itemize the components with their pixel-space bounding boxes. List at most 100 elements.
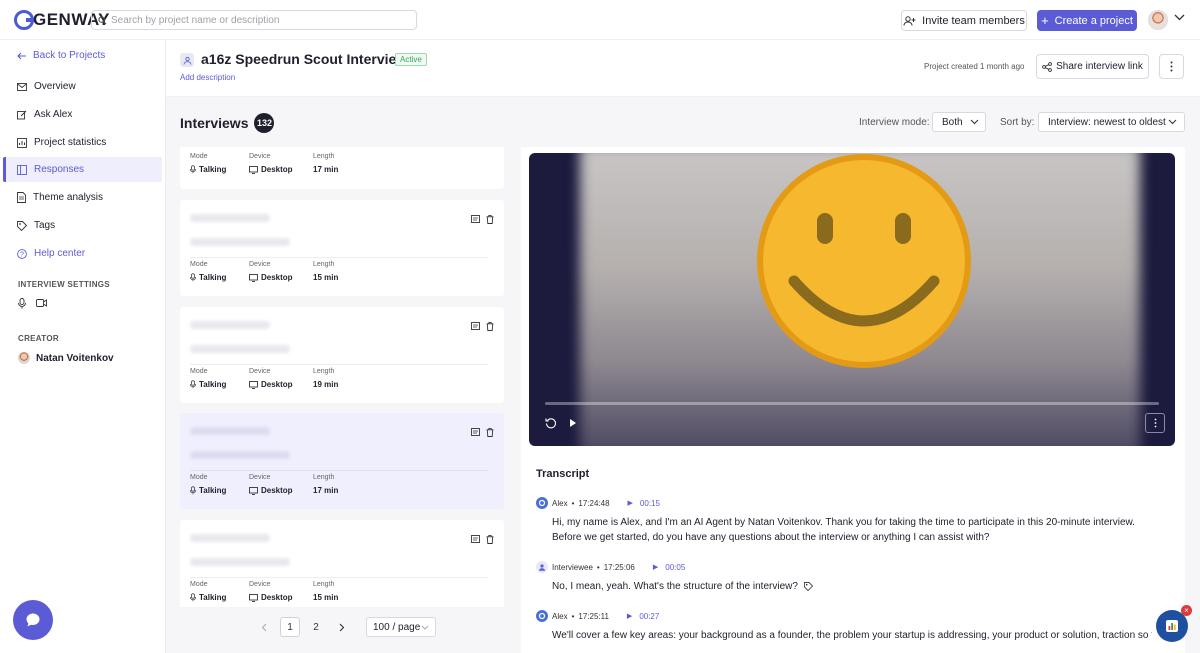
interview-meta: Mode Talking Device Desktop Length 15 min: [190, 261, 373, 282]
video-player[interactable]: [529, 153, 1175, 446]
arrow-left-icon: [17, 52, 26, 59]
more-options-button[interactable]: [1159, 54, 1184, 79]
play-segment-icon[interactable]: ▶: [628, 499, 633, 507]
video-menu-button[interactable]: [1145, 413, 1165, 433]
microphone-icon: [190, 593, 196, 602]
interview-settings-heading: INTERVIEW SETTINGS: [18, 280, 110, 289]
mode-value: Talking: [199, 273, 227, 282]
sidebar-item-theme-analysis[interactable]: Theme analysis: [3, 185, 162, 210]
device-value: Desktop: [261, 380, 293, 389]
redacted-title: [190, 534, 270, 542]
share-label: Share interview link: [1056, 61, 1143, 72]
sort-by-select[interactable]: Interview: newest to oldest: [1038, 112, 1185, 132]
chevron-right-icon: [339, 623, 345, 631]
interview-count-badge: 132: [254, 113, 275, 133]
interview-card[interactable]: Mode Talking Device Desktop Length 15 min: [180, 520, 504, 607]
chevron-down-icon[interactable]: [1174, 14, 1185, 21]
main-content: Interviews 132 Interview mode: Both Sort…: [166, 97, 1200, 653]
sidebar-item-responses[interactable]: Responses: [3, 157, 162, 182]
search-input[interactable]: [111, 14, 401, 26]
tag-icon[interactable]: [803, 582, 813, 591]
length-value: 19 min: [313, 380, 339, 389]
play-segment-icon[interactable]: ▶: [653, 563, 658, 571]
dismiss-icon[interactable]: ×: [1181, 605, 1192, 616]
video-camera-icon[interactable]: [36, 298, 47, 308]
transcript-icon[interactable]: [471, 322, 480, 331]
segment-offset[interactable]: 00:15: [640, 499, 660, 508]
status-badge: Active: [395, 53, 427, 66]
redacted-title: [190, 321, 270, 329]
alex-avatar-icon: [536, 610, 548, 622]
message-header: Alex • 17:24:48 ▶ 00:15: [536, 497, 660, 509]
back-to-projects-link[interactable]: Back to Projects: [17, 50, 105, 61]
message-time: 17:25:11: [578, 611, 609, 621]
pagination: 1 2 100 / page: [254, 617, 436, 637]
transcript-icon[interactable]: [471, 428, 480, 437]
mode-header: Mode: [190, 581, 208, 588]
play-icon[interactable]: [569, 418, 577, 428]
device-value: Desktop: [261, 593, 293, 602]
segment-offset[interactable]: 00:05: [665, 563, 685, 572]
device-value: Desktop: [261, 165, 293, 174]
trash-icon[interactable]: [486, 215, 494, 224]
interview-card[interactable]: Mode Talking Device Desktop Length 15 min: [180, 200, 504, 296]
interview-card[interactable]: Mode Talking Device Desktop Length 17 min: [180, 147, 504, 189]
device-value: Desktop: [261, 486, 293, 495]
sidebar-item-label: Help center: [34, 248, 86, 259]
sort-by-label: Sort by:: [1000, 117, 1035, 128]
mode-value: Talking: [199, 165, 227, 174]
speaker-name: Alex: [552, 498, 568, 508]
length-header: Length: [313, 153, 335, 160]
prev-page-button[interactable]: [254, 617, 274, 637]
interview-card[interactable]: Mode Talking Device Desktop Length 17 min: [180, 413, 504, 509]
length-header: Length: [313, 368, 335, 375]
page-2-button[interactable]: 2: [306, 617, 326, 637]
speaker-name: Alex: [552, 611, 568, 621]
sidebar-item-overview[interactable]: Overview: [3, 74, 162, 99]
sidebar-item-label: Tags: [34, 220, 56, 231]
transcript-icon[interactable]: [471, 535, 480, 544]
redacted-subtitle: [190, 345, 290, 353]
interview-meta: Mode Talking Device Desktop Length 17 min: [190, 153, 373, 174]
invite-team-button[interactable]: Invite team members: [901, 10, 1027, 31]
trash-icon[interactable]: [486, 428, 494, 437]
segment-offset[interactable]: 00:27: [639, 612, 659, 621]
sidebar-item-label: Theme analysis: [33, 192, 104, 203]
interview-card[interactable]: Mode Talking Device Desktop Length 19 min: [180, 307, 504, 403]
plus-icon: +: [1041, 12, 1049, 28]
microphone-icon[interactable]: [18, 298, 26, 309]
device-header: Device: [249, 368, 271, 375]
interview-list[interactable]: Mode Talking Device Desktop Length 17 min M…: [180, 147, 504, 607]
replay-icon[interactable]: [545, 417, 557, 429]
sidebar-item-help-center[interactable]: ? Help center: [3, 241, 162, 266]
play-segment-icon[interactable]: ▶: [627, 612, 632, 620]
sidebar-item-project-statistics[interactable]: Project statistics: [3, 130, 162, 155]
create-project-button[interactable]: + Create a project: [1037, 10, 1137, 31]
trash-icon[interactable]: [486, 322, 494, 331]
sidebar-item-ask-alex[interactable]: Ask Alex: [3, 102, 162, 127]
user-avatar[interactable]: [1148, 10, 1168, 30]
sidebar-item-tags[interactable]: Tags: [3, 213, 162, 238]
page-size-select[interactable]: 100 / page: [366, 617, 436, 637]
interview-meta: Mode Talking Device Desktop Length 15 min: [190, 581, 373, 602]
search-box[interactable]: [91, 10, 417, 30]
transcript-icon[interactable]: [471, 215, 480, 224]
next-page-button[interactable]: [332, 617, 352, 637]
interview-mode-select[interactable]: Both: [932, 112, 986, 132]
trash-icon[interactable]: [486, 535, 494, 544]
interview-mode-label: Interview mode:: [859, 117, 930, 128]
device-header: Device: [249, 474, 271, 481]
sort-by-value: Interview: newest to oldest: [1048, 116, 1166, 128]
page-1-button[interactable]: 1: [280, 617, 300, 637]
users-icon: [183, 56, 191, 65]
share-interview-link-button[interactable]: Share interview link: [1036, 54, 1149, 79]
card-actions: [471, 428, 494, 437]
add-description-link[interactable]: Add description: [180, 73, 235, 82]
more-vertical-icon: [1154, 418, 1156, 428]
chevron-down-icon: [970, 119, 979, 125]
video-progress-bar[interactable]: [545, 402, 1159, 405]
mail-icon: [17, 82, 27, 91]
chat-button[interactable]: [13, 600, 53, 640]
separator: •: [596, 562, 600, 572]
redacted-title: [190, 214, 270, 222]
